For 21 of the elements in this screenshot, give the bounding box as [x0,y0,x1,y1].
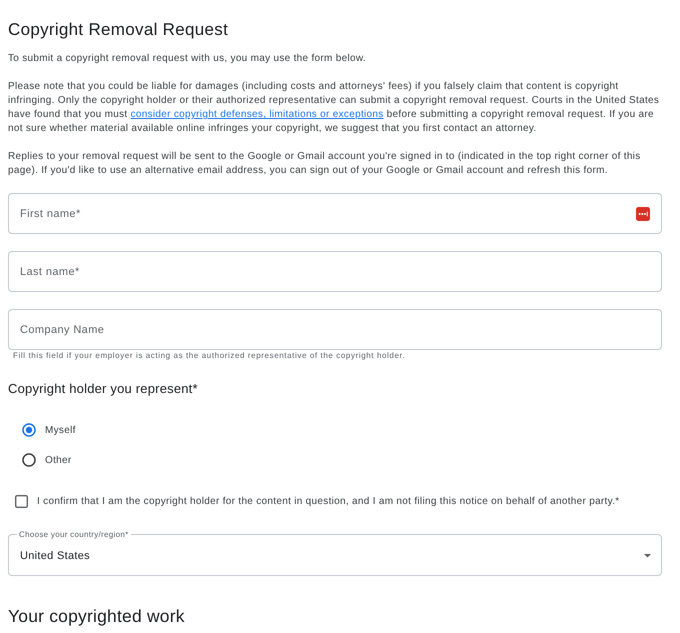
dropdown-label: Choose your country/region* [17,530,130,539]
text-field[interactable]: Company Name [8,309,662,350]
intro-text: To submit a copyright removal request with us, you may use the form below. [8,52,367,66]
section-label: Copyright holder you represent* [8,381,199,397]
dropdown-value: United States [20,550,91,562]
text-field[interactable]: Last name* [8,251,662,292]
caret-icon [644,554,651,558]
replies-paragraph: Replies to your removal request will be sent to the Google or Gmail account you're signed in to (indicated in the top right corner of this page). If you'd like to use an alternative email address, you can sign out of your Google or Gmail account and refresh this form. [8,150,642,178]
radio-button-icon[interactable] [22,453,36,467]
section-heading: Your copyrighted work [8,606,186,626]
text-field[interactable]: First name* [8,193,662,234]
notice-paragraph: Please note that you could be liable for damages (including costs and attorneys' fees) if you falsely claim that content is copyright infringing. Only the copyright holder or their authorized representative can submit a copyright removal request. Courts in the United States have found that you must consider copyright defenses, limitations or exceptions before submitting a copyright removal request. If you are not sure whether material available online infringes your copyright, we suggest that you first contact an attorney. [8,80,660,136]
defenses-link[interactable]: consider copyright defenses, limitations or exceptions [130,109,384,120]
radio-button-icon[interactable] [22,423,36,437]
helper-text: Fill this field if your employer is acting as the authorized representative of the copyright holder. [12,351,406,360]
page-title: Copyright Removal Request [8,20,230,40]
confirm-checkbox[interactable]: I confirm that I am the copyright holder for the content in question, and I am not filing this notice on behalf of another party.* [8,491,620,511]
ellipsis-badge-icon[interactable] [636,207,650,221]
radio-option[interactable]: Myself [22,420,76,440]
radio-option[interactable]: Other [22,450,72,470]
checkbox-icon[interactable] [15,494,28,508]
